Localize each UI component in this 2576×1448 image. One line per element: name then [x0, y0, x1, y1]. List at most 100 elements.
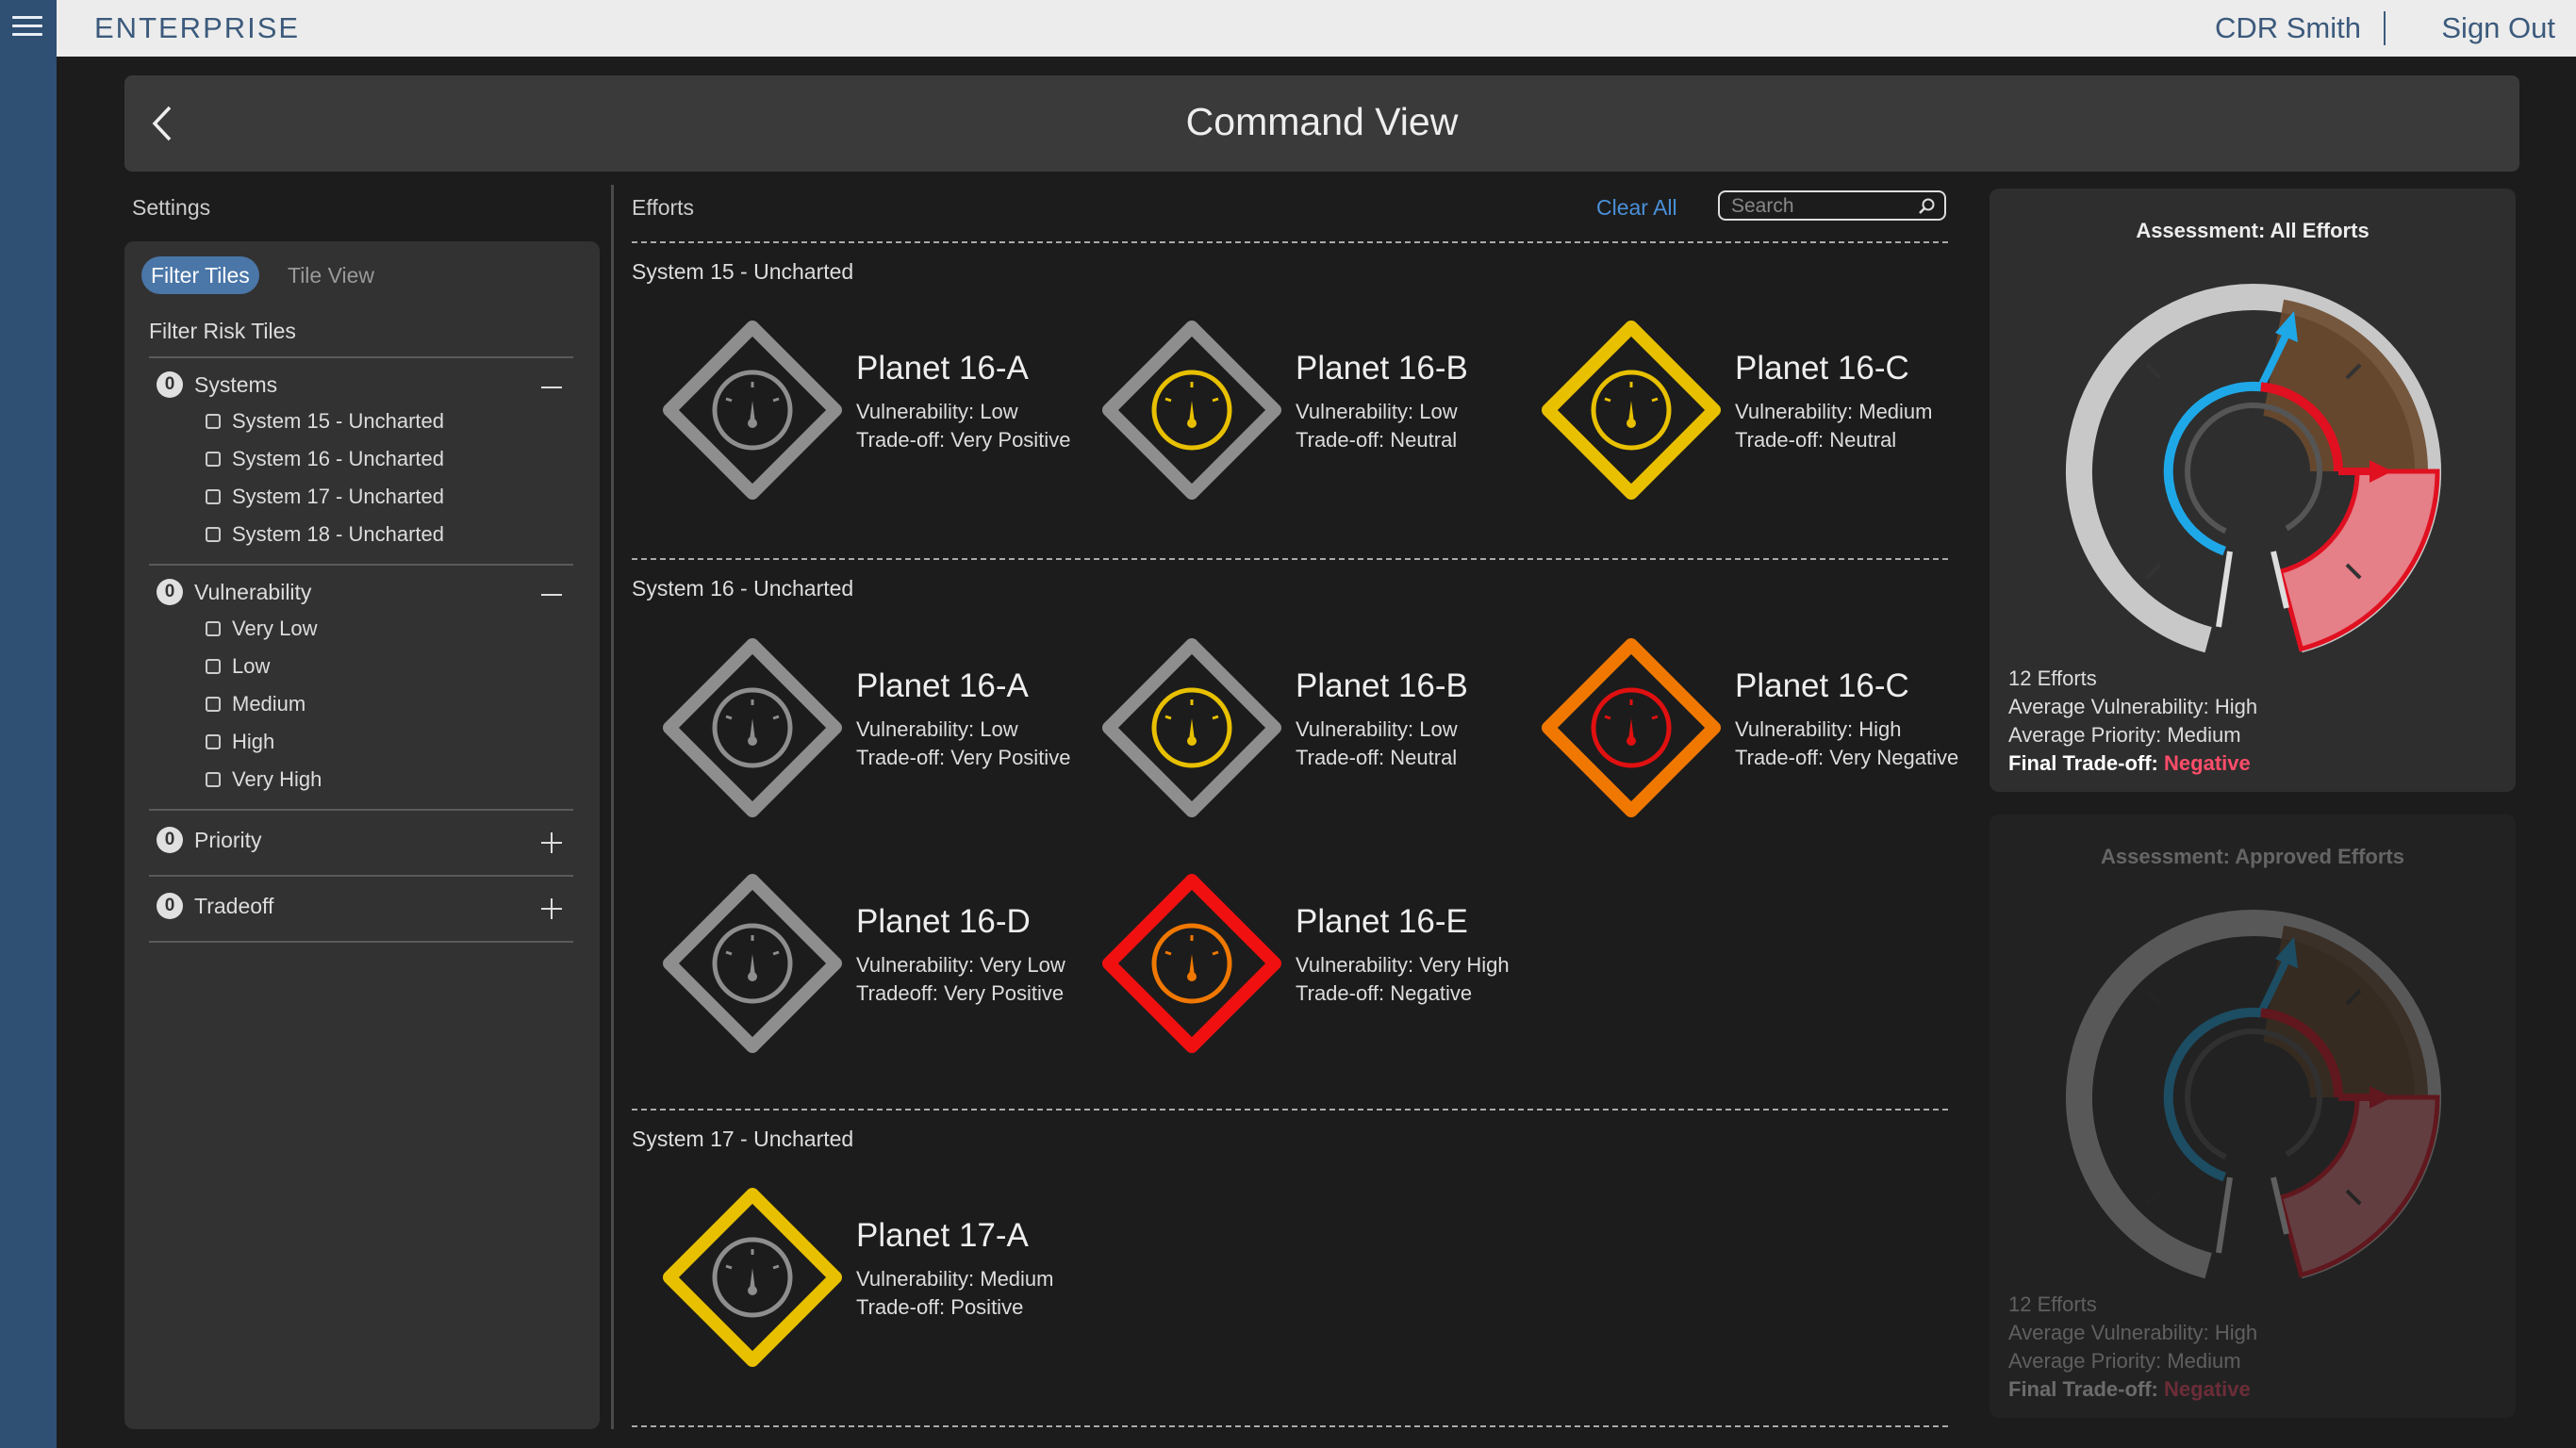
tile-vulnerability: Vulnerability: Low: [856, 717, 1018, 741]
checkbox[interactable]: [206, 697, 221, 712]
count-badge: 0: [157, 893, 183, 919]
effort-tile[interactable]: Planet 16-A Vulnerability: Low Trade-off…: [632, 634, 1070, 822]
effort-tile[interactable]: Planet 16-A Vulnerability: Low Trade-off…: [632, 316, 1070, 504]
option-label: Low: [232, 654, 271, 678]
assessment-gauge: [2066, 910, 2441, 1279]
filter-group-priority[interactable]: 0 Priority: [157, 826, 581, 858]
filter-risk-tiles-heading: Filter Risk Tiles: [149, 319, 296, 343]
system-heading: System 16 - Uncharted: [632, 576, 854, 601]
effort-tile[interactable]: Planet 16-D Vulnerability: Very Low Trad…: [632, 869, 1065, 1058]
user-name[interactable]: CDR Smith: [2215, 11, 2361, 45]
filter-group-tradeoff[interactable]: 0 Tradeoff: [157, 892, 581, 924]
collapse-icon[interactable]: [541, 584, 562, 605]
hamburger-menu-icon[interactable]: [12, 16, 42, 39]
checkbox[interactable]: [206, 489, 221, 504]
top-bar: ENTERPRISE CDR Smith Sign Out: [57, 0, 2576, 57]
section-divider: [632, 1109, 1948, 1111]
final-tradeoff-label: Final Trade-off:: [2008, 1377, 2158, 1401]
count-badge: 0: [157, 827, 183, 853]
tile-vulnerability: Vulnerability: High: [1735, 717, 1902, 741]
tile-tradeoff: Trade-off: Positive: [856, 1295, 1024, 1319]
expand-icon[interactable]: [541, 898, 562, 919]
final-tradeoff: Final Trade-off: Negative: [2008, 1377, 2251, 1402]
option-label: Very Low: [232, 617, 318, 640]
checkbox[interactable]: [206, 734, 221, 749]
tile-name: Planet 16-C: [1735, 667, 1909, 704]
collapse-icon[interactable]: [541, 377, 562, 398]
brand-title: ENTERPRISE: [94, 11, 301, 44]
tab-filter-tiles[interactable]: Filter Tiles: [141, 256, 259, 294]
search-box: [1718, 190, 1946, 221]
checkbox[interactable]: [206, 414, 221, 429]
risk-gauge-icon: [663, 874, 842, 1053]
divider: [149, 809, 573, 811]
filter-group-label: Systems: [194, 372, 278, 397]
system-heading: System 17 - Uncharted: [632, 1127, 854, 1151]
count-badge: 0: [157, 371, 183, 398]
sign-out-link[interactable]: Sign Out: [2441, 11, 2555, 45]
effort-tile[interactable]: Planet 16-E Vulnerability: Very High Tra…: [1071, 869, 1510, 1058]
assessment-panel-all: Assessment: All Efforts 12 Efforts Avera…: [1990, 189, 2516, 792]
assessment-panel-approved: Assessment: Approved Efforts 12 Efforts …: [1990, 814, 2516, 1418]
risk-gauge-icon: [663, 1188, 842, 1367]
filter-group-systems[interactable]: 0 Systems: [157, 370, 581, 403]
option-label: Medium: [232, 692, 306, 716]
search-input[interactable]: [1729, 194, 1912, 219]
tile-name: Planet 16-A: [856, 350, 1029, 387]
tile-tradeoff: Tradeoff: Very Positive: [856, 981, 1065, 1005]
filter-group-label: Tradeoff: [194, 894, 274, 918]
effort-tile[interactable]: Planet 16-B Vulnerability: Low Trade-off…: [1071, 634, 1505, 822]
option-label: System 18 - Uncharted: [232, 522, 444, 546]
avg-vulnerability: Average Vulnerability: High: [2008, 695, 2258, 718]
tile-tradeoff: Trade-off: Neutral: [1735, 428, 1897, 452]
settings-label: Settings: [132, 195, 211, 220]
risk-gauge-icon: [663, 321, 842, 500]
divider: [149, 941, 573, 943]
view-toggle: Filter Tiles Tile View: [141, 256, 424, 294]
tile-tradeoff: Trade-off: Very Positive: [856, 746, 1071, 769]
avg-vulnerability: Average Vulnerability: High: [2008, 1321, 2258, 1344]
effort-tile[interactable]: Planet 17-A Vulnerability: Medium Trade-…: [632, 1183, 1065, 1372]
clear-all-link[interactable]: Clear All: [1596, 195, 1677, 221]
checkbox[interactable]: [206, 621, 221, 636]
tile-tradeoff: Trade-off: Negative: [1296, 981, 1473, 1005]
option-label: Very High: [232, 767, 322, 791]
tile-vulnerability: Vulnerability: Low: [1296, 400, 1458, 423]
assessment-title: Assessment: All Efforts: [2136, 219, 2370, 242]
tile-name: Planet 16-A: [856, 667, 1029, 704]
checkbox[interactable]: [206, 527, 221, 542]
page-header: Command View: [124, 75, 2519, 172]
tile-vulnerability: Vulnerability: Medium: [856, 1267, 1054, 1291]
tile-tradeoff: Trade-off: Neutral: [1296, 428, 1458, 452]
search-icon[interactable]: [1918, 197, 1937, 216]
option-label: System 16 - Uncharted: [232, 447, 444, 470]
effort-tile[interactable]: Planet 16-B Vulnerability: Low Trade-off…: [1071, 316, 1505, 504]
tile-name: Planet 16-C: [1735, 350, 1909, 387]
system-heading: System 15 - Uncharted: [632, 259, 854, 284]
efforts-count: 12 Efforts: [2008, 666, 2097, 690]
option-label: System 17 - Uncharted: [232, 485, 444, 508]
divider: [2384, 11, 2386, 45]
expand-icon[interactable]: [541, 832, 562, 853]
page-title: Command View: [1185, 100, 1459, 143]
checkbox[interactable]: [206, 659, 221, 674]
divider: [149, 564, 573, 566]
effort-tile[interactable]: Planet 16-C Vulnerability: Medium Trade-…: [1511, 316, 1944, 504]
risk-gauge-icon: [1102, 321, 1281, 500]
effort-tile[interactable]: Planet 16-C Vulnerability: High Trade-of…: [1511, 634, 1958, 822]
final-tradeoff-label: Final Trade-off:: [2008, 751, 2158, 775]
checkbox[interactable]: [206, 772, 221, 787]
avg-priority: Average Priority: Medium: [2008, 723, 2241, 747]
tile-tradeoff: Trade-off: Very Positive: [856, 428, 1071, 452]
final-tradeoff: Final Trade-off: Negative: [2008, 751, 2251, 776]
tile-vulnerability: Vulnerability: Very Low: [856, 953, 1065, 977]
tab-tile-view[interactable]: Tile View: [288, 256, 374, 294]
filter-group-vulnerability[interactable]: 0 Vulnerability: [157, 578, 581, 610]
tile-name: Planet 16-E: [1296, 903, 1468, 940]
left-rail: [0, 0, 57, 1448]
tile-name: Planet 16-B: [1296, 667, 1468, 704]
checkbox[interactable]: [206, 452, 221, 467]
settings-panel: Filter Tiles Tile View Filter Risk Tiles…: [124, 241, 600, 1429]
risk-gauge-icon: [1102, 874, 1281, 1053]
tile-name: Planet 16-B: [1296, 350, 1468, 387]
